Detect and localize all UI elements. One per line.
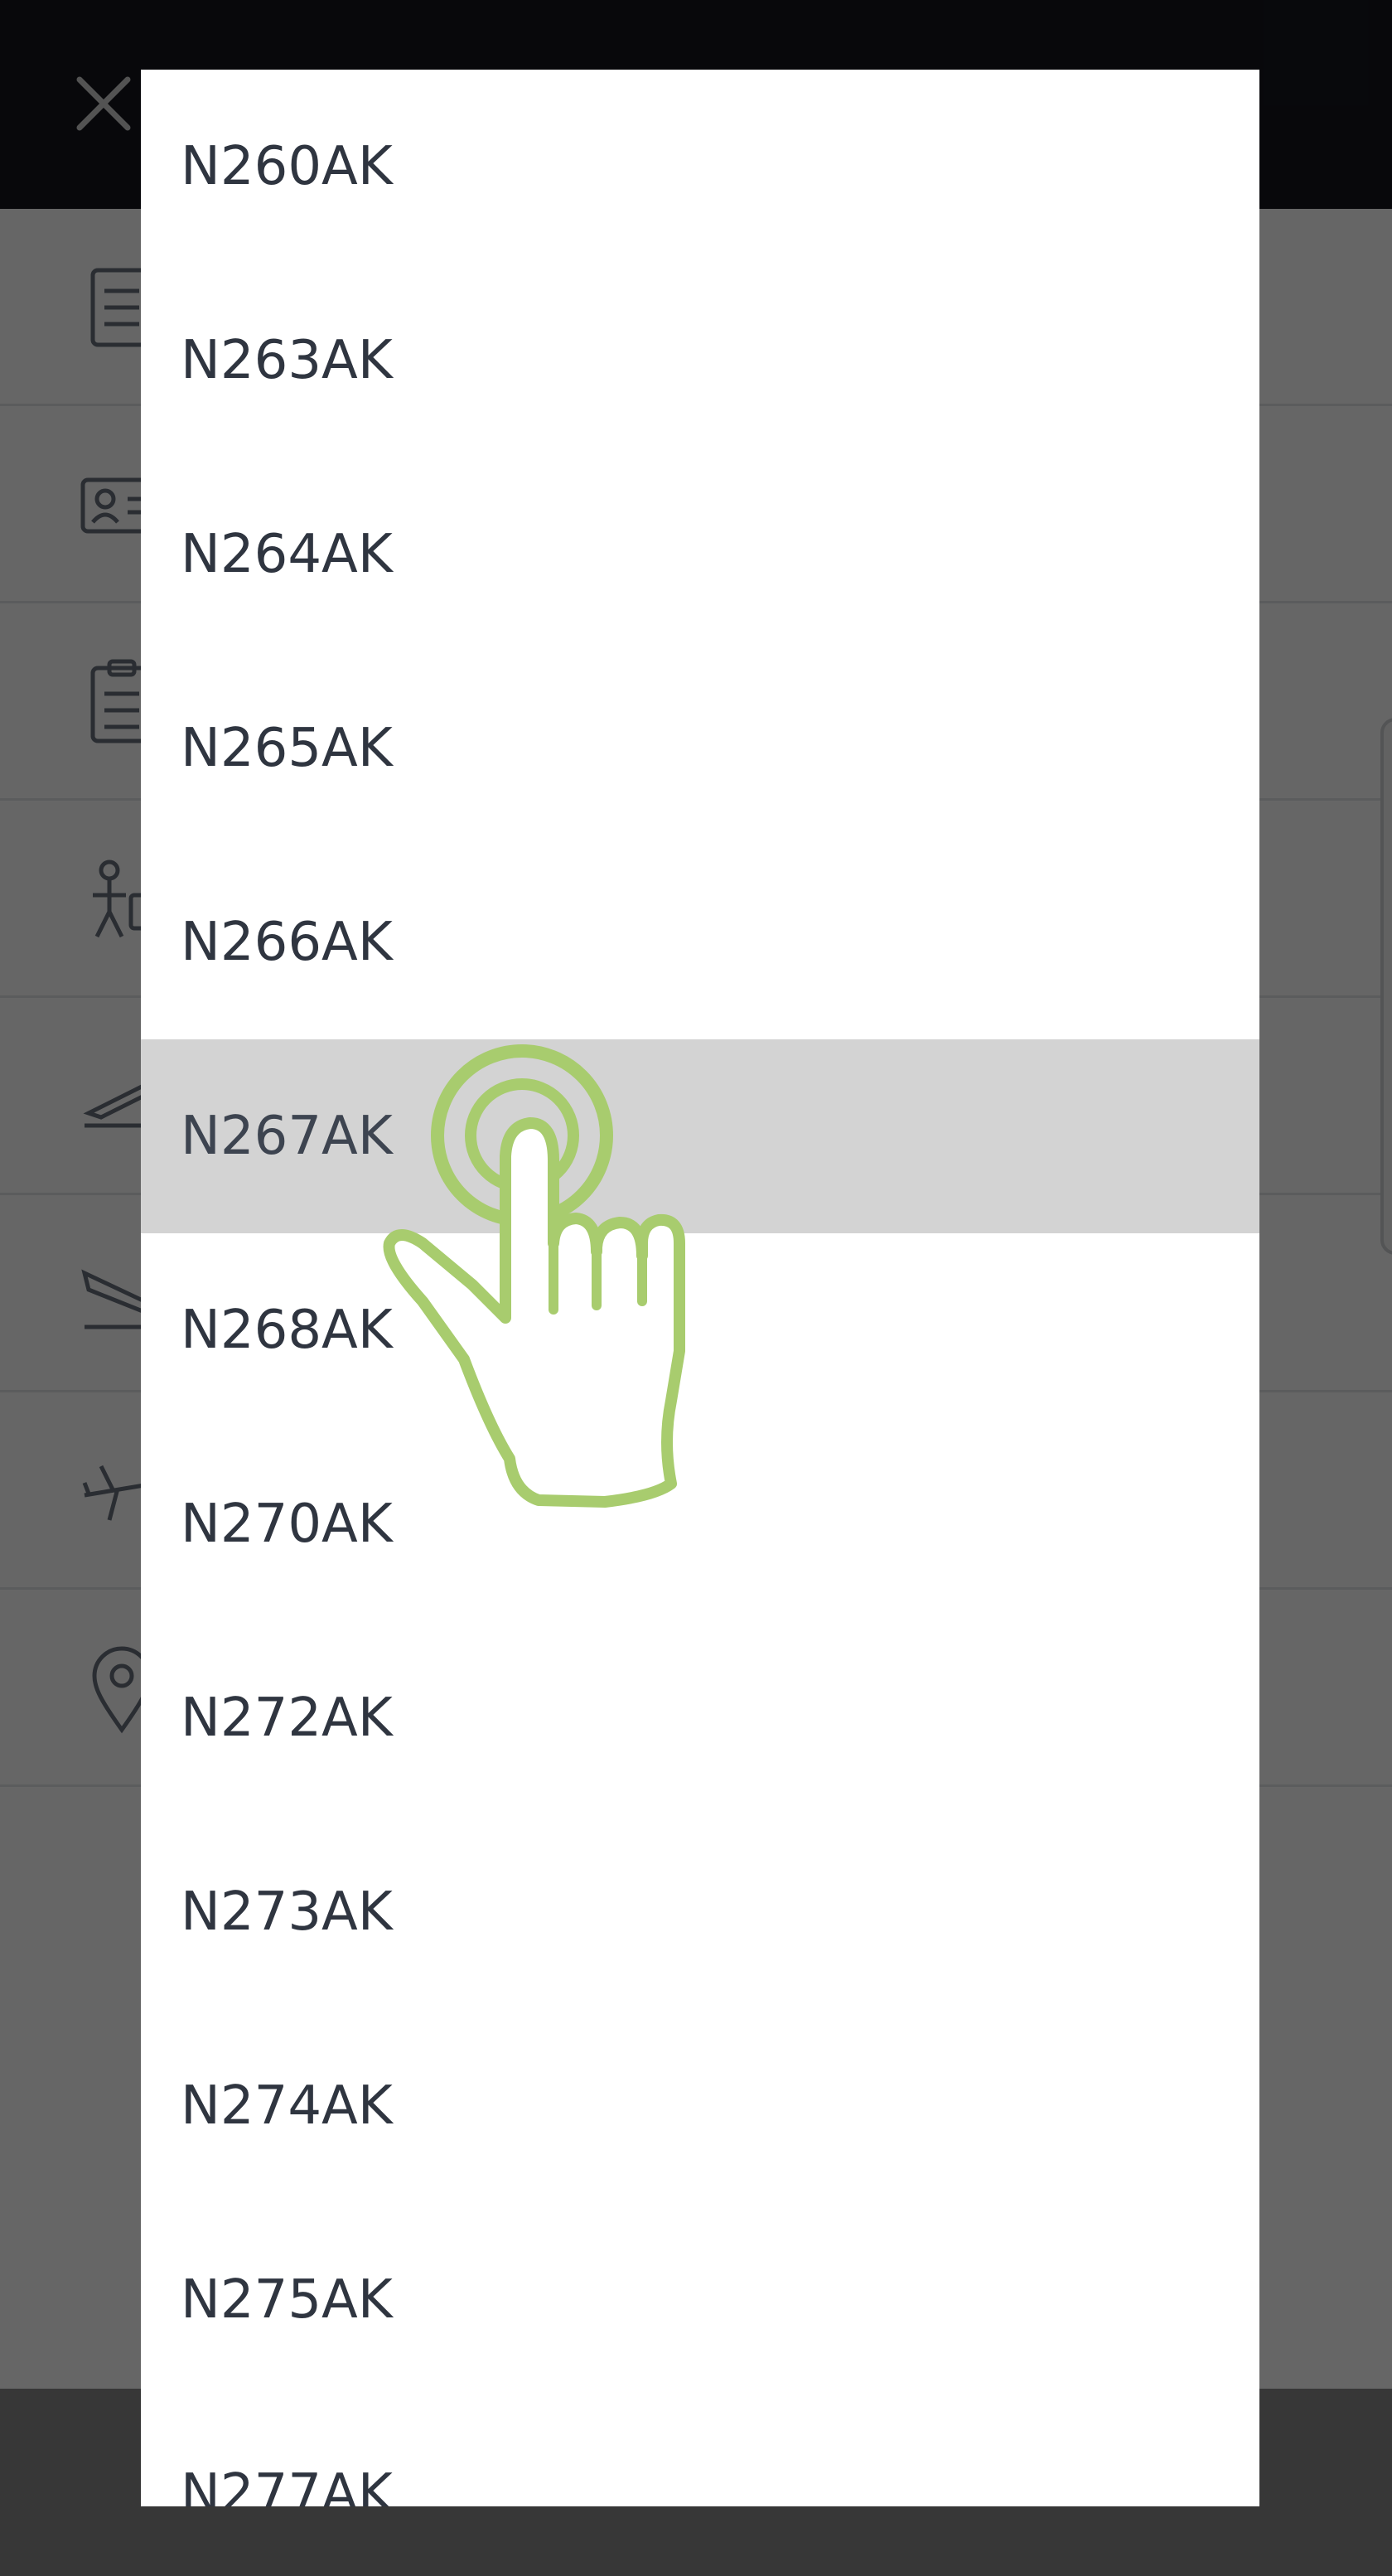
dropdown-option[interactable]: N277AK <box>141 2397 1259 2506</box>
dropdown-option[interactable]: N265AK <box>141 651 1259 845</box>
dropdown-option[interactable]: N274AK <box>141 2009 1259 2203</box>
tap-hand-icon <box>383 1044 685 1508</box>
dropdown-option[interactable]: N264AK <box>141 458 1259 651</box>
dropdown-option[interactable]: N275AK <box>141 2203 1259 2397</box>
dropdown-option[interactable]: N273AK <box>141 1815 1259 2009</box>
dropdown-option[interactable]: N272AK <box>141 1621 1259 1815</box>
dropdown-option[interactable]: N266AK <box>141 845 1259 1039</box>
dropdown-option[interactable]: N263AK <box>141 264 1259 458</box>
dropdown-option[interactable]: N260AK <box>141 70 1259 264</box>
